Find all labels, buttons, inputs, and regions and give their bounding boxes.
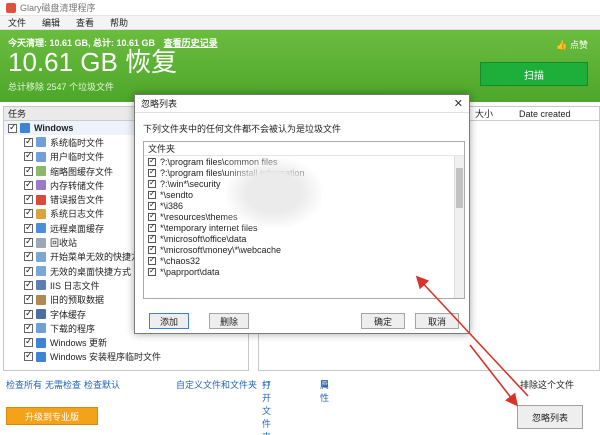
arrow-to-ignore-button bbox=[469, 344, 518, 407]
arrow-to-list bbox=[415, 275, 529, 397]
annotation-arrows bbox=[415, 275, 529, 407]
